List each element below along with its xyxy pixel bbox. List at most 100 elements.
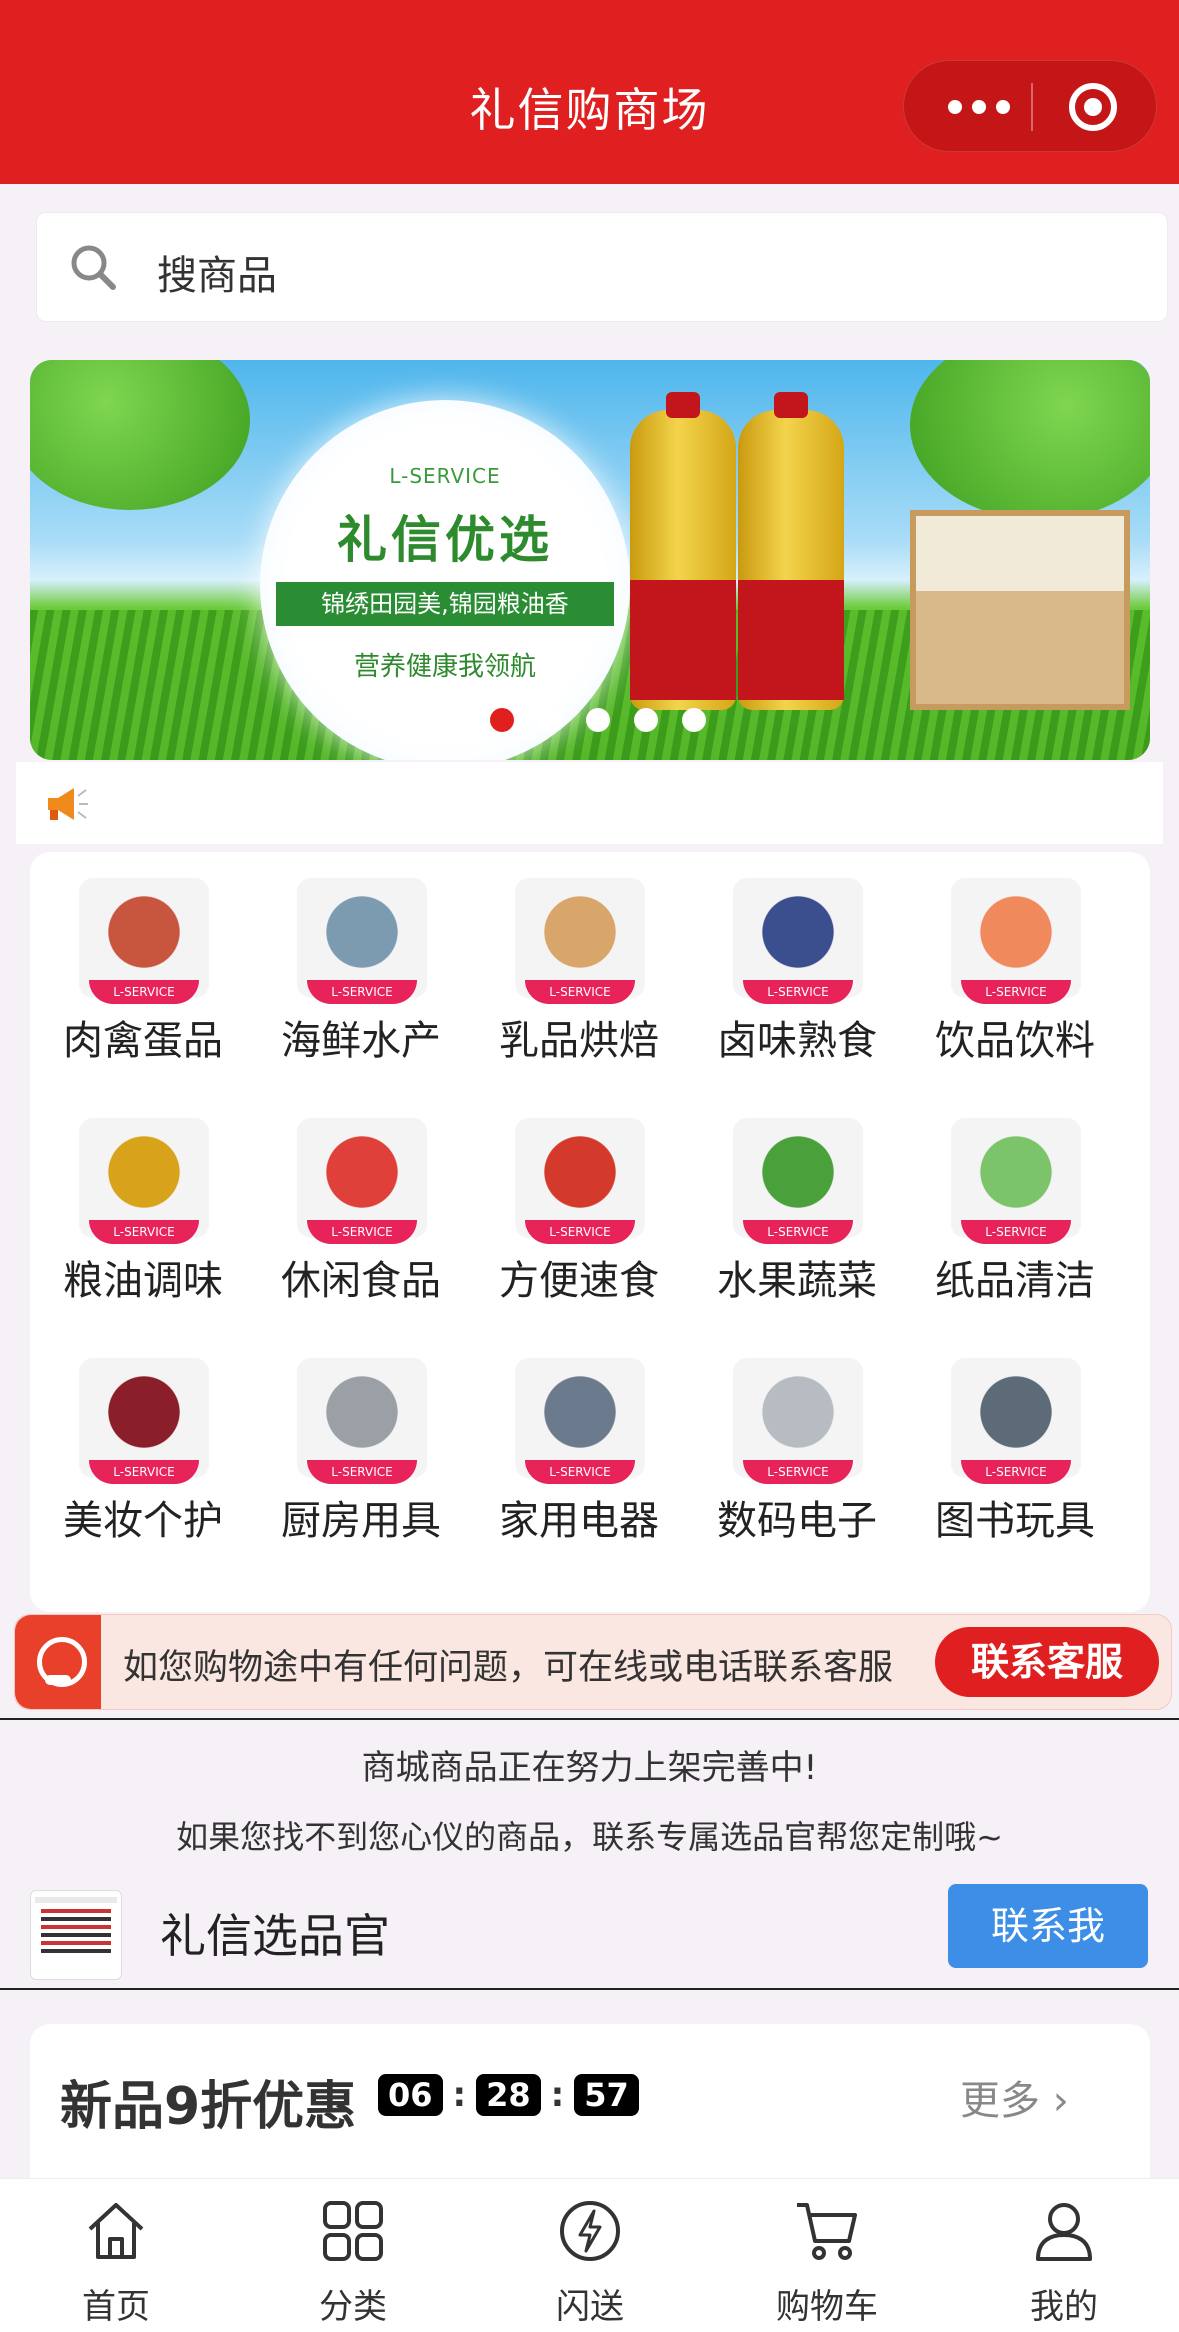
category-item[interactable]: L-SERVICE 数码电子 (688, 1336, 906, 1576)
leaf-decoration (910, 360, 1150, 520)
category-item[interactable]: L-SERVICE 粮油调味 (34, 1096, 252, 1336)
avatar (30, 1890, 122, 1980)
carousel-indicator[interactable] (490, 708, 706, 732)
category-item[interactable]: L-SERVICE 肉禽蛋品 (34, 856, 252, 1096)
timer-seconds: 57 (574, 2074, 639, 2116)
category-item[interactable]: L-SERVICE 休闲食品 (252, 1096, 470, 1336)
tab-label: 首页 (82, 2287, 150, 2327)
home-icon (88, 2203, 144, 2259)
category-item[interactable]: L-SERVICE 饮品饮料 (906, 856, 1124, 1096)
tab-label: 我的 (1030, 2287, 1098, 2327)
category-tag: L-SERVICE (525, 1220, 635, 1244)
banner-brand-en: L-SERVICE (389, 464, 501, 488)
tab-profile[interactable]: 我的 (984, 2193, 1144, 2327)
search-bar[interactable]: 搜商品 (36, 212, 1168, 322)
category-tag: L-SERVICE (525, 980, 635, 1004)
category-item[interactable]: L-SERVICE 海鲜水产 (252, 856, 470, 1096)
banner-brand-cn: 礼信优选 (337, 511, 553, 569)
appliance-icon: L-SERVICE (515, 1358, 645, 1484)
toy-robot-icon: L-SERVICE (951, 1358, 1081, 1484)
category-item[interactable]: L-SERVICE 厨房用具 (252, 1336, 470, 1576)
category-icon (323, 2201, 383, 2261)
snack-icon: L-SERVICE (297, 1118, 427, 1244)
close-miniprogram-icon[interactable] (1069, 83, 1117, 131)
search-input[interactable]: 搜商品 (157, 243, 277, 301)
rice-box-image (910, 510, 1130, 710)
chevron-right-icon: › (1052, 2078, 1069, 2124)
category-tag: L-SERVICE (743, 1460, 853, 1484)
tab-home[interactable]: 首页 (36, 2193, 196, 2327)
category-label: 饮品饮料 (935, 1018, 1095, 1064)
category-tag: L-SERVICE (307, 1460, 417, 1484)
customization-hint: 如果您找不到您心仪的商品，联系专属选品官帮您定制哦~ (176, 1818, 1003, 1856)
oil-seasoning-icon: L-SERVICE (79, 1118, 209, 1244)
promo-banner[interactable]: L-SERVICE 礼信优选 锦绣田园美,锦园粮油香 营养健康我领航 (30, 360, 1150, 760)
category-tag: L-SERVICE (743, 980, 853, 1004)
category-item[interactable]: L-SERVICE 乳品烘焙 (470, 856, 688, 1096)
category-label: 休闲食品 (281, 1258, 441, 1304)
tab-category[interactable]: 分类 (273, 2193, 433, 2327)
category-label: 水果蔬菜 (717, 1258, 877, 1304)
beverage-icon: L-SERVICE (951, 878, 1081, 1004)
cosmetics-icon: L-SERVICE (79, 1358, 209, 1484)
cart-icon (797, 2203, 857, 2260)
category-item[interactable]: L-SERVICE 图书玩具 (906, 1336, 1124, 1576)
headset-icon (15, 1615, 101, 1709)
fruit-vegetable-icon: L-SERVICE (733, 1118, 863, 1244)
leaf-decoration (30, 360, 250, 510)
capsule-divider (1031, 83, 1033, 131)
category-item[interactable]: L-SERVICE 家用电器 (470, 1336, 688, 1576)
category-label: 乳品烘焙 (499, 1018, 659, 1064)
section-title: 新品9折优惠 (60, 2077, 357, 2137)
category-item[interactable]: L-SERVICE 方便速食 (470, 1096, 688, 1336)
category-tag: L-SERVICE (89, 980, 199, 1004)
carousel-dot[interactable] (634, 708, 658, 732)
digital-device-icon: L-SERVICE (733, 1358, 863, 1484)
tab-flash[interactable]: 闪送 (510, 2193, 670, 2327)
timer-hours: 06 (378, 2074, 443, 2116)
countdown-timer: 06 : 28 : 57 (378, 2074, 639, 2116)
category-grid: L-SERVICE 肉禽蛋品 L-SERVICE 海鲜水产 L-SERVICE 乳品烘焙 L… (30, 852, 1150, 1612)
category-tag: L-SERVICE (307, 1220, 417, 1244)
category-tag: L-SERVICE (961, 1460, 1071, 1484)
tab-label: 分类 (319, 2287, 387, 2327)
timer-colon: : (550, 2075, 565, 2115)
tab-label: 闪送 (556, 2287, 624, 2327)
more-label: 更多 (960, 2078, 1040, 2124)
megaphone-icon (48, 788, 88, 820)
more-link[interactable]: 更多 › (960, 2068, 1069, 2126)
carousel-dot[interactable] (538, 708, 562, 732)
tab-cart[interactable]: 购物车 (747, 2193, 907, 2327)
deli-icon: L-SERVICE (733, 878, 863, 1004)
divider (0, 1718, 1179, 1720)
contact-me-button[interactable]: 联系我 (948, 1884, 1148, 1968)
category-label: 方便速食 (499, 1258, 659, 1304)
officer-name: 礼信选品官 (160, 1909, 390, 1963)
service-hint: 如您购物途中有任何问题，可在线或电话联系客服 (123, 1648, 894, 1688)
bakery-icon: L-SERVICE (515, 878, 645, 1004)
category-tag: L-SERVICE (89, 1220, 199, 1244)
category-tag: L-SERVICE (961, 980, 1071, 1004)
contact-service-button[interactable]: 联系客服 (935, 1627, 1159, 1697)
category-label: 数码电子 (717, 1498, 877, 1544)
tissue-icon: L-SERVICE (951, 1118, 1081, 1244)
bottom-tab-bar: 首页 分类 闪送 购物车 我的 (0, 2178, 1179, 2332)
category-item[interactable]: L-SERVICE 纸品清洁 (906, 1096, 1124, 1336)
category-label: 厨房用具 (281, 1498, 441, 1544)
tab-label: 购物车 (776, 2287, 878, 2327)
carousel-dot[interactable] (490, 708, 514, 732)
customer-service-bar[interactable]: 如您购物途中有任何问题，可在线或电话联系客服 联系客服 (14, 1614, 1172, 1710)
category-item[interactable]: L-SERVICE 美妆个护 (34, 1336, 252, 1576)
carousel-dot[interactable] (682, 708, 706, 732)
category-item[interactable]: L-SERVICE 卤味熟食 (688, 856, 906, 1096)
banner-slogan: 营养健康我领航 (353, 652, 536, 682)
category-label: 家用电器 (499, 1498, 659, 1544)
meat-egg-icon: L-SERVICE (79, 878, 209, 1004)
category-item[interactable]: L-SERVICE 水果蔬菜 (688, 1096, 906, 1336)
search-icon (71, 245, 116, 290)
more-menu-button[interactable] (934, 83, 1024, 131)
carousel-dot[interactable] (586, 708, 610, 732)
category-label: 图书玩具 (935, 1498, 1095, 1544)
instant-food-icon: L-SERVICE (515, 1118, 645, 1244)
announcement-bar[interactable] (16, 762, 1163, 844)
